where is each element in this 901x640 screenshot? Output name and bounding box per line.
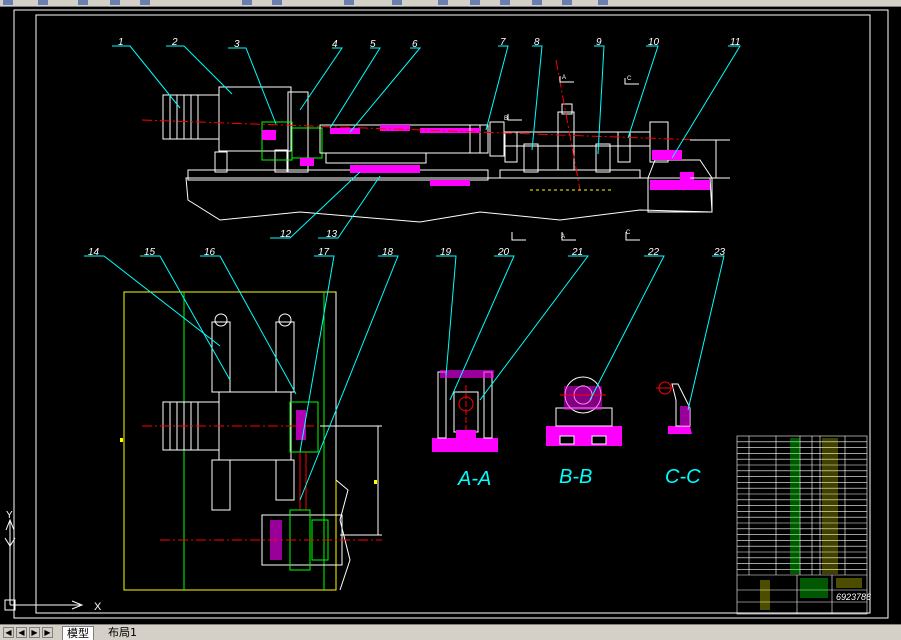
leader-lines <box>84 45 741 501</box>
balloon-7: 7 <box>500 37 506 48</box>
balloon-14: 14 <box>88 247 100 258</box>
balloon-20: 20 <box>497 247 510 258</box>
last-tab-button[interactable]: ▶ <box>42 627 53 638</box>
balloon-2: 2 <box>171 37 178 48</box>
toolbar-button[interactable] <box>38 0 48 5</box>
toolbar-button[interactable] <box>532 0 542 5</box>
balloon-11: 11 <box>730 37 740 48</box>
balloon-17: 17 <box>318 247 330 258</box>
balloon-23: 23 <box>713 247 726 258</box>
balloon-labels: 1 2 3 4 5 6 7 8 9 10 11 12 13 14 15 16 1… <box>88 37 740 258</box>
balloon-8: 8 <box>534 37 540 48</box>
ucs-icon <box>4 518 84 611</box>
toolbar-button[interactable] <box>344 0 354 5</box>
balloon-15: 15 <box>144 247 156 258</box>
toolbar-button[interactable] <box>140 0 150 5</box>
cut-mark-b: B <box>504 116 508 122</box>
balloon-13: 13 <box>326 229 338 240</box>
section-title-bb: B-B <box>559 466 592 488</box>
toolbar-button[interactable] <box>598 0 608 5</box>
drawing-canvas[interactable]: 1 2 3 4 5 6 7 8 9 10 11 12 13 14 15 16 1… <box>0 6 901 624</box>
plan-view <box>120 291 382 591</box>
balloon-18: 18 <box>382 247 394 258</box>
balloon-10: 10 <box>648 37 660 48</box>
toolbar-button[interactable] <box>272 0 282 5</box>
toolbar-button[interactable] <box>438 0 448 5</box>
ucs-x-label: X <box>94 601 102 613</box>
section-view-bb <box>546 376 622 446</box>
balloon-12: 12 <box>280 229 292 240</box>
section-title-aa: A-A <box>457 468 491 490</box>
toolbar-button[interactable] <box>3 0 13 5</box>
toolbar-button[interactable] <box>242 0 252 5</box>
toolbar-button[interactable] <box>392 0 402 5</box>
parts-list-fills <box>760 438 862 610</box>
balloon-4: 4 <box>332 39 338 50</box>
balloon-16: 16 <box>204 247 216 258</box>
toolbar-button[interactable] <box>78 0 88 5</box>
next-tab-button[interactable]: ▶ <box>29 627 40 638</box>
balloon-22: 22 <box>647 247 660 258</box>
cut-mark-c-lower: C <box>626 230 631 236</box>
balloon-19: 19 <box>440 247 452 258</box>
cut-mark-c: C <box>627 76 632 82</box>
balloon-21: 21 <box>571 247 583 258</box>
balloon-5: 5 <box>370 39 376 50</box>
first-tab-button[interactable]: ◀ <box>3 627 14 638</box>
ucs-y-label: Y <box>6 510 13 521</box>
cut-mark-a: A <box>562 75 566 81</box>
balloon-3: 3 <box>234 39 240 50</box>
drawing-number: 6923786 <box>836 592 871 602</box>
cut-mark-a-lower: A <box>561 234 565 240</box>
balloon-9: 9 <box>596 37 602 48</box>
tab-layout1[interactable]: 布局1 <box>104 626 141 639</box>
section-title-cc: C-C <box>665 466 701 488</box>
prev-tab-button[interactable]: ◀ <box>16 627 27 638</box>
layout-tab-bar: ◀ ◀ ▶ ▶ 模型 布局1 <box>0 624 901 640</box>
balloon-6: 6 <box>412 39 418 50</box>
section-view-cc <box>656 381 692 434</box>
toolbar-button[interactable] <box>500 0 510 5</box>
toolbar-button[interactable] <box>110 0 120 5</box>
toolbar-button[interactable] <box>562 0 572 5</box>
main-elevation-view <box>141 59 730 241</box>
toolbar-button[interactable] <box>470 0 480 5</box>
section-view-aa <box>432 370 498 452</box>
balloon-1: 1 <box>118 37 124 48</box>
tab-model[interactable]: 模型 <box>62 626 94 640</box>
